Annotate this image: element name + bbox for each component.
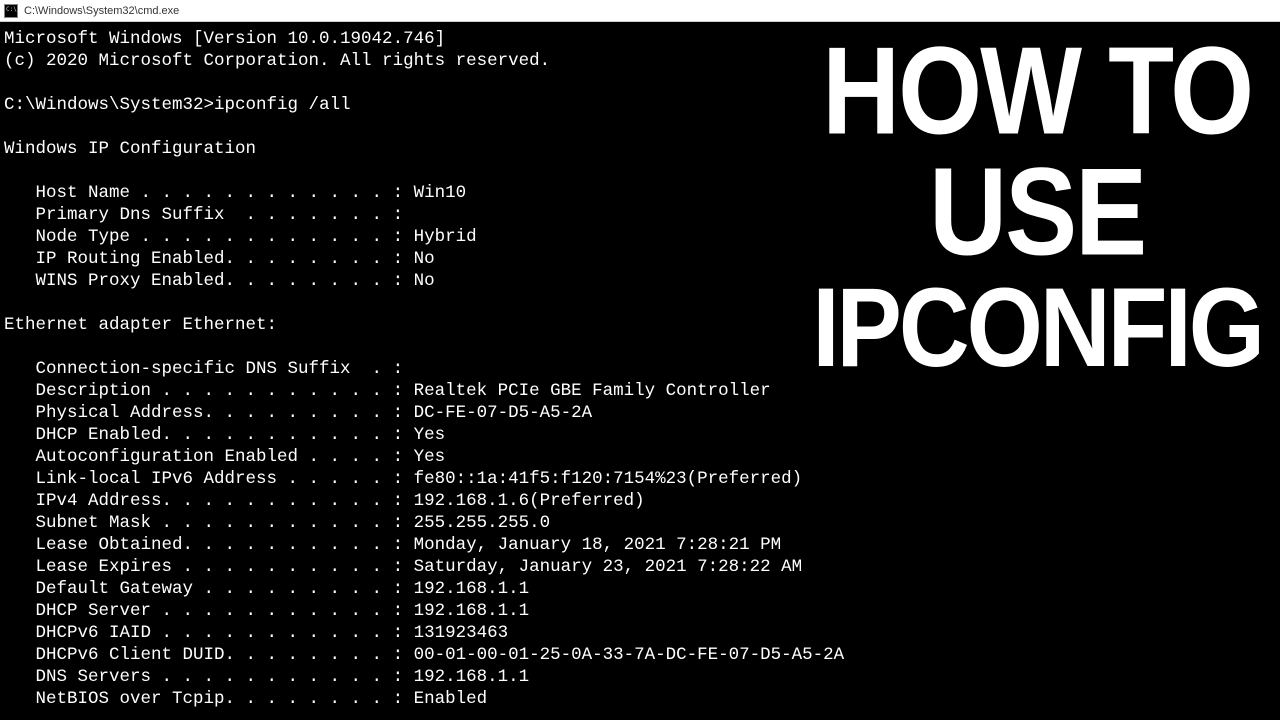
dhcpv6-duid-value: 00-01-00-01-25-0A-33-7A-DC-FE-07-D5-A5-2…	[414, 645, 845, 665]
netbios-value: Enabled	[414, 689, 488, 709]
node-type-value: Hybrid	[414, 227, 477, 247]
lease-obt-value: Monday, January 18, 2021 7:28:21 PM	[414, 535, 782, 555]
dhcpv6-iaid-label: DHCPv6 IAID . . . . . . . . . . . :	[4, 623, 414, 643]
title-overlay: HOW TO USE IPCONFIG	[812, 40, 1262, 374]
ipconfig-heading: Windows IP Configuration	[4, 139, 256, 159]
prompt-path: C:\Windows\System32>	[4, 95, 214, 115]
node-type-label: Node Type . . . . . . . . . . . . :	[4, 227, 414, 247]
cmd-icon	[4, 4, 18, 18]
ipv4-label: IPv4 Address. . . . . . . . . . . :	[4, 491, 414, 511]
ipv4-value: 192.168.1.6(Preferred)	[414, 491, 645, 511]
dhcpv6-iaid-value: 131923463	[414, 623, 509, 643]
window-titlebar[interactable]: C:\Windows\System32\cmd.exe	[0, 0, 1280, 22]
ip-routing-label: IP Routing Enabled. . . . . . . . :	[4, 249, 414, 269]
autoconfig-value: Yes	[414, 447, 446, 467]
description-label: Description . . . . . . . . . . . :	[4, 381, 414, 401]
lease-obt-label: Lease Obtained. . . . . . . . . . :	[4, 535, 414, 555]
conn-dns-label: Connection-specific DNS Suffix . :	[4, 359, 403, 379]
dns-servers-label: DNS Servers . . . . . . . . . . . :	[4, 667, 414, 687]
host-name-value: Win10	[414, 183, 467, 203]
lease-exp-value: Saturday, January 23, 2021 7:28:22 AM	[414, 557, 803, 577]
overlay-line-3: IPCONFIG	[812, 274, 1262, 381]
description-value: Realtek PCIe GBE Family Controller	[414, 381, 771, 401]
lease-exp-label: Lease Expires . . . . . . . . . . :	[4, 557, 414, 577]
autoconfig-label: Autoconfiguration Enabled . . . . :	[4, 447, 414, 467]
overlay-line-2: USE	[812, 153, 1262, 271]
dhcp-server-label: DHCP Server . . . . . . . . . . . :	[4, 601, 414, 621]
subnet-value: 255.255.255.0	[414, 513, 551, 533]
version-line: Microsoft Windows [Version 10.0.19042.74…	[4, 29, 445, 49]
prompt-command: ipconfig /all	[214, 95, 351, 115]
link-local-value: fe80::1a:41f5:f120:7154%23(Preferred)	[414, 469, 803, 489]
subnet-label: Subnet Mask . . . . . . . . . . . :	[4, 513, 414, 533]
netbios-label: NetBIOS over Tcpip. . . . . . . . :	[4, 689, 414, 709]
primary-dns-label: Primary Dns Suffix . . . . . . . :	[4, 205, 403, 225]
wins-proxy-label: WINS Proxy Enabled. . . . . . . . :	[4, 271, 414, 291]
host-name-label: Host Name . . . . . . . . . . . . :	[4, 183, 414, 203]
ip-routing-value: No	[414, 249, 435, 269]
dns-servers-value: 192.168.1.1	[414, 667, 530, 687]
dhcp-enabled-value: Yes	[414, 425, 446, 445]
link-local-label: Link-local IPv6 Address . . . . . :	[4, 469, 414, 489]
dhcp-server-value: 192.168.1.1	[414, 601, 530, 621]
physical-value: DC-FE-07-D5-A5-2A	[414, 403, 593, 423]
window-title: C:\Windows\System32\cmd.exe	[24, 5, 179, 17]
physical-label: Physical Address. . . . . . . . . :	[4, 403, 414, 423]
overlay-line-1: HOW TO	[812, 32, 1262, 150]
dhcpv6-duid-label: DHCPv6 Client DUID. . . . . . . . :	[4, 645, 414, 665]
wins-proxy-value: No	[414, 271, 435, 291]
copyright-line: (c) 2020 Microsoft Corporation. All righ…	[4, 51, 550, 71]
gateway-value: 192.168.1.1	[414, 579, 530, 599]
gateway-label: Default Gateway . . . . . . . . . :	[4, 579, 414, 599]
adapter-heading: Ethernet adapter Ethernet:	[4, 315, 277, 335]
dhcp-enabled-label: DHCP Enabled. . . . . . . . . . . :	[4, 425, 414, 445]
